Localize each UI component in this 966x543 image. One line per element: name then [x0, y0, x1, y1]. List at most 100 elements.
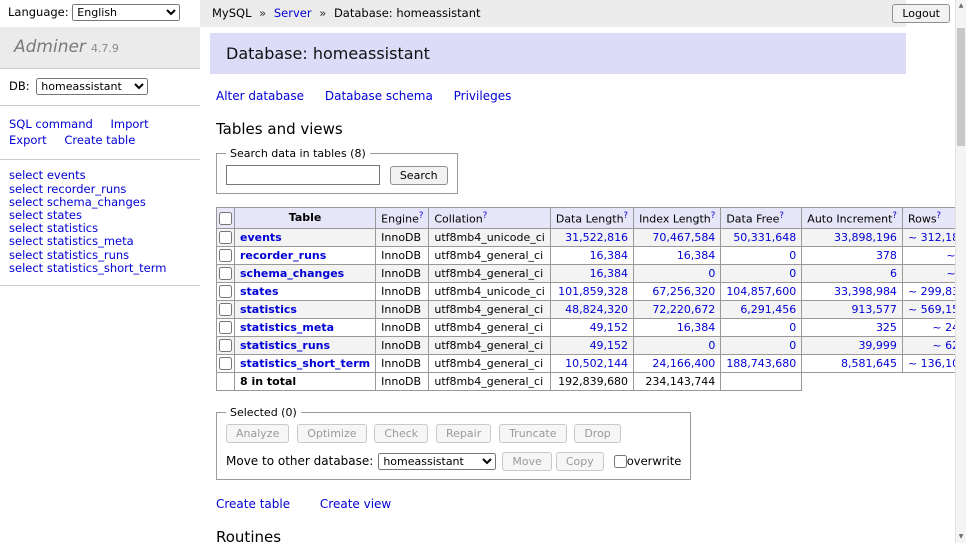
breadcrumb-server-link[interactable]: Server	[274, 6, 312, 20]
table-name-link[interactable]: statistics_meta	[240, 321, 334, 334]
auto-increment-link[interactable]: 33,398,984	[834, 285, 897, 298]
help-link[interactable]: ?	[711, 211, 716, 221]
help-link[interactable]: ?	[892, 211, 897, 221]
data-length-link[interactable]: 101,859,328	[558, 285, 628, 298]
auto-increment-link[interactable]: 378	[876, 249, 897, 262]
auto-increment-link[interactable]: 325	[876, 321, 897, 334]
row-checkbox[interactable]	[219, 357, 232, 370]
sidebar-table-link[interactable]: select schema_changes	[9, 195, 191, 208]
index-length-link[interactable]: 0	[708, 339, 715, 352]
sidebar-table-link[interactable]: select statistics_runs	[9, 248, 191, 261]
row-checkbox[interactable]	[219, 267, 232, 280]
privileges-link[interactable]: Privileges	[454, 89, 512, 103]
optimize-button[interactable]: Optimize	[297, 424, 366, 443]
table-name-link[interactable]: statistics	[240, 303, 297, 316]
index-length-link[interactable]: 0	[708, 267, 715, 280]
data-free-link[interactable]: 0	[789, 339, 796, 352]
sidebar-table-link[interactable]: select statistics_meta	[9, 235, 191, 248]
index-length-link[interactable]: 67,256,320	[652, 285, 715, 298]
drop-button[interactable]: Drop	[574, 424, 620, 443]
overwrite-checkbox[interactable]	[614, 455, 627, 468]
sidebar: Adminer4.7.9 DB: homeassistant SQL comma…	[0, 27, 200, 543]
data-free-link[interactable]: 6,291,456	[740, 303, 796, 316]
row-checkbox[interactable]	[219, 285, 232, 298]
sidebar-table-link[interactable]: select statistics_short_term	[9, 261, 191, 274]
scroll-up-icon[interactable]: ▲	[956, 0, 966, 12]
cell-engine: InnoDB	[376, 282, 429, 300]
data-free-link[interactable]: 188,743,680	[726, 357, 796, 370]
db-select[interactable]: homeassistant	[36, 78, 148, 95]
move-button[interactable]: Move	[502, 452, 552, 471]
logout-button[interactable]: Logout	[892, 4, 950, 23]
data-free-link[interactable]: 0	[789, 321, 796, 334]
data-length-link[interactable]: 49,152	[590, 339, 629, 352]
import-link[interactable]: Import	[110, 117, 148, 131]
table-name-link[interactable]: statistics_runs	[240, 339, 330, 352]
repair-button[interactable]: Repair	[436, 424, 491, 443]
row-checkbox[interactable]	[219, 339, 232, 352]
data-free-link[interactable]: 0	[789, 267, 796, 280]
sidebar-table-link[interactable]: select states	[9, 209, 191, 222]
auto-increment-link[interactable]: 33,898,196	[834, 231, 897, 244]
data-length-link[interactable]: 49,152	[590, 321, 629, 334]
sidebar-table-link[interactable]: select recorder_runs	[9, 182, 191, 195]
auto-increment-link[interactable]: 39,999	[858, 339, 897, 352]
table-name-link[interactable]: recorder_runs	[240, 249, 326, 262]
auto-increment-link[interactable]: 913,577	[851, 303, 897, 316]
index-length-link[interactable]: 72,220,672	[652, 303, 715, 316]
alter-database-link[interactable]: Alter database	[216, 89, 304, 103]
help-link[interactable]: ?	[937, 211, 942, 221]
sql-command-link[interactable]: SQL command	[9, 117, 93, 131]
move-db-select[interactable]: homeassistant	[378, 453, 496, 470]
scrollbar[interactable]: ▲ ▼	[955, 0, 966, 543]
total-data-free	[721, 372, 802, 390]
copy-button[interactable]: Copy	[556, 452, 604, 471]
create-table-link-main[interactable]: Create table	[216, 497, 290, 511]
export-link[interactable]: Export	[9, 133, 47, 147]
create-view-link[interactable]: Create view	[320, 497, 391, 511]
index-length-link[interactable]: 24,166,400	[652, 357, 715, 370]
help-link[interactable]: ?	[483, 211, 488, 221]
auto-increment-link[interactable]: 6	[890, 267, 897, 280]
index-length-link[interactable]: 70,467,584	[652, 231, 715, 244]
check-button[interactable]: Check	[374, 424, 428, 443]
search-button[interactable]: Search	[390, 166, 448, 185]
create-table-link[interactable]: Create table	[64, 133, 135, 147]
data-length-link[interactable]: 16,384	[590, 249, 629, 262]
truncate-button[interactable]: Truncate	[499, 424, 566, 443]
data-length-link[interactable]: 48,824,320	[565, 303, 628, 316]
data-length-link[interactable]: 10,502,144	[565, 357, 628, 370]
data-free-link[interactable]: 0	[789, 249, 796, 262]
language-select[interactable]: English	[72, 4, 180, 21]
data-length-link[interactable]: 16,384	[590, 267, 629, 280]
table-name-link[interactable]: statistics_short_term	[240, 357, 370, 370]
data-length-link[interactable]: 31,522,816	[565, 231, 628, 244]
table-name-link[interactable]: schema_changes	[240, 267, 344, 280]
row-checkbox[interactable]	[219, 231, 232, 244]
cell-collation: utf8mb4_unicode_ci	[429, 282, 550, 300]
sidebar-table-link[interactable]: select events	[9, 169, 191, 182]
row-checkbox[interactable]	[219, 303, 232, 316]
analyze-button[interactable]: Analyze	[226, 424, 289, 443]
auto-increment-link[interactable]: 8,581,645	[841, 357, 897, 370]
search-input[interactable]	[226, 165, 380, 185]
index-length-link[interactable]: 16,384	[677, 249, 716, 262]
table-name-link[interactable]: events	[240, 231, 282, 244]
sidebar-table-link[interactable]: select statistics	[9, 222, 191, 235]
database-schema-link[interactable]: Database schema	[325, 89, 433, 103]
data-free-link[interactable]: 104,857,600	[726, 285, 796, 298]
scroll-down-icon[interactable]: ▼	[956, 531, 966, 543]
select-all-checkbox[interactable]	[219, 212, 232, 225]
row-checkbox[interactable]	[219, 321, 232, 334]
data-free-link[interactable]: 50,331,648	[733, 231, 796, 244]
index-length-link[interactable]: 16,384	[677, 321, 716, 334]
row-checkbox[interactable]	[219, 249, 232, 262]
selected-legend: Selected (0)	[226, 406, 301, 419]
help-link[interactable]: ?	[419, 211, 424, 221]
help-link[interactable]: ?	[779, 211, 784, 221]
help-link[interactable]: ?	[624, 211, 629, 221]
table-name-link[interactable]: states	[240, 285, 279, 298]
move-row: Move to other database:homeassistantMove…	[226, 452, 681, 471]
scroll-thumb[interactable]	[957, 28, 965, 146]
cell-collation: utf8mb4_general_ci	[429, 336, 550, 354]
